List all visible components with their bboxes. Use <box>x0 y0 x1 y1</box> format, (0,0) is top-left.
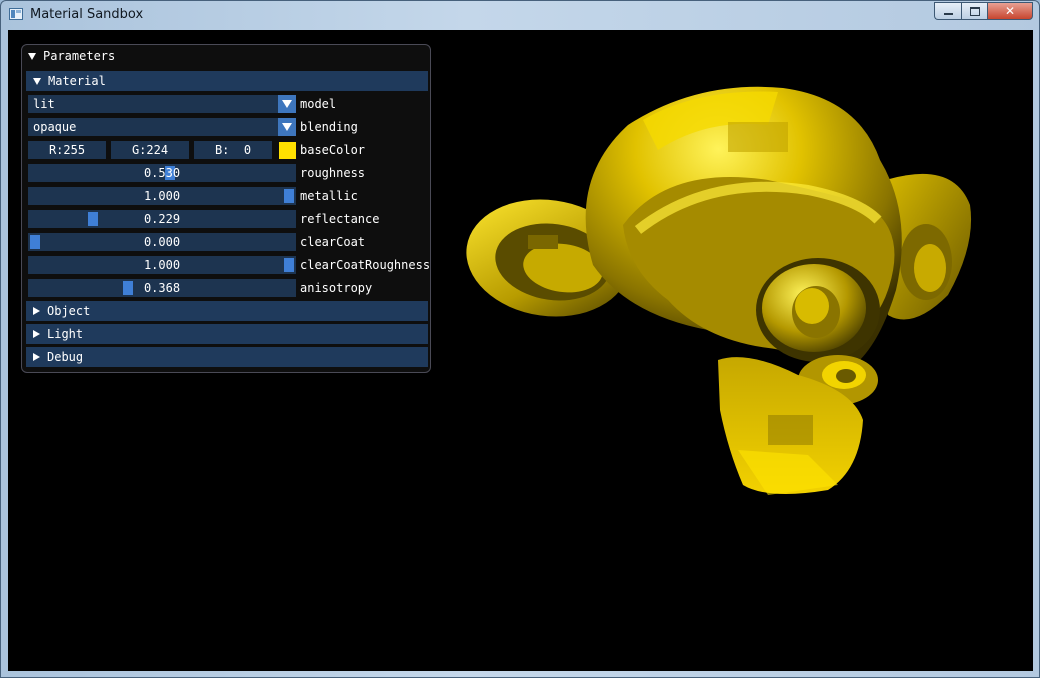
metallic-slider[interactable]: 1.000 <box>28 187 296 205</box>
collapsed-arrow-icon <box>33 353 40 361</box>
reflectance-label: reflectance <box>300 212 380 226</box>
reflectance-slider[interactable]: 0.229 <box>28 210 296 228</box>
clear-coat-roughness-value: 1.000 <box>143 258 181 272</box>
section-label: Light <box>47 327 84 341</box>
section-label: Object <box>47 304 91 318</box>
reflectance-value: 0.229 <box>143 212 181 226</box>
clear-coat-value: 0.000 <box>143 235 181 249</box>
roughness-slider[interactable]: 0.530 <box>28 164 296 182</box>
section-header-debug[interactable]: Debug <box>26 347 428 367</box>
parameters-panel-title[interactable]: Parameters <box>28 47 115 65</box>
expanded-arrow-icon <box>33 77 41 85</box>
parameters-panel[interactable]: Parameters Material lit model opaque ble… <box>21 44 431 373</box>
minimize-button[interactable] <box>934 2 961 20</box>
metallic-value: 1.000 <box>143 189 181 203</box>
blending-label: blending <box>300 120 358 134</box>
eye-socket-mesh <box>623 177 895 362</box>
blending-combo[interactable]: opaque <box>28 118 296 136</box>
roughness-label: roughness <box>300 166 366 180</box>
base-color-swatch[interactable] <box>279 142 296 159</box>
base-color-g-field[interactable]: G:224 <box>111 141 189 159</box>
collapse-arrow-icon <box>28 52 36 60</box>
blending-value: opaque <box>33 120 77 134</box>
metallic-label: metallic <box>300 189 358 203</box>
clear-coat-roughness-label: clearCoatRoughness <box>300 258 431 272</box>
section-label: Debug <box>47 350 84 364</box>
panel-title-label: Parameters <box>43 49 116 63</box>
app-window: Material Sandbox ✕ Parameters Material l… <box>0 0 1040 678</box>
section-label: Material <box>48 74 106 88</box>
maximize-icon <box>969 6 980 16</box>
model-value: lit <box>33 97 55 111</box>
window-title: Material Sandbox <box>30 7 144 22</box>
collapsed-arrow-icon <box>33 307 40 315</box>
clear-coat-slider[interactable]: 0.000 <box>28 233 296 251</box>
anisotropy-label: anisotropy <box>300 281 373 295</box>
section-header-light[interactable]: Light <box>26 324 428 344</box>
minimize-icon <box>943 13 953 15</box>
model-label: model <box>300 97 337 111</box>
dropdown-arrow-icon[interactable] <box>278 118 296 136</box>
window-controls: ✕ <box>934 2 1033 20</box>
roughness-value: 0.530 <box>143 166 181 180</box>
clear-coat-roughness-slider[interactable]: 1.000 <box>28 256 296 274</box>
model-combo[interactable]: lit <box>28 95 296 113</box>
base-color-b-field[interactable]: B: 0 <box>194 141 272 159</box>
render-viewport[interactable]: Parameters Material lit model opaque ble… <box>8 30 1033 671</box>
base-color-r-field[interactable]: R:255 <box>28 141 106 159</box>
section-header-material[interactable]: Material <box>26 71 428 91</box>
section-header-object[interactable]: Object <box>26 301 428 321</box>
title-bar[interactable]: Material Sandbox ✕ <box>1 1 1039 30</box>
anisotropy-slider[interactable]: 0.368 <box>28 279 296 297</box>
anisotropy-value: 0.368 <box>143 281 181 295</box>
maximize-button[interactable] <box>961 2 987 20</box>
collapsed-arrow-icon <box>33 330 40 338</box>
close-button[interactable]: ✕ <box>987 2 1033 20</box>
app-icon <box>9 8 23 20</box>
clear-coat-label: clearCoat <box>300 235 366 249</box>
base-color-label: baseColor <box>300 143 366 157</box>
dropdown-arrow-icon[interactable] <box>278 95 296 113</box>
